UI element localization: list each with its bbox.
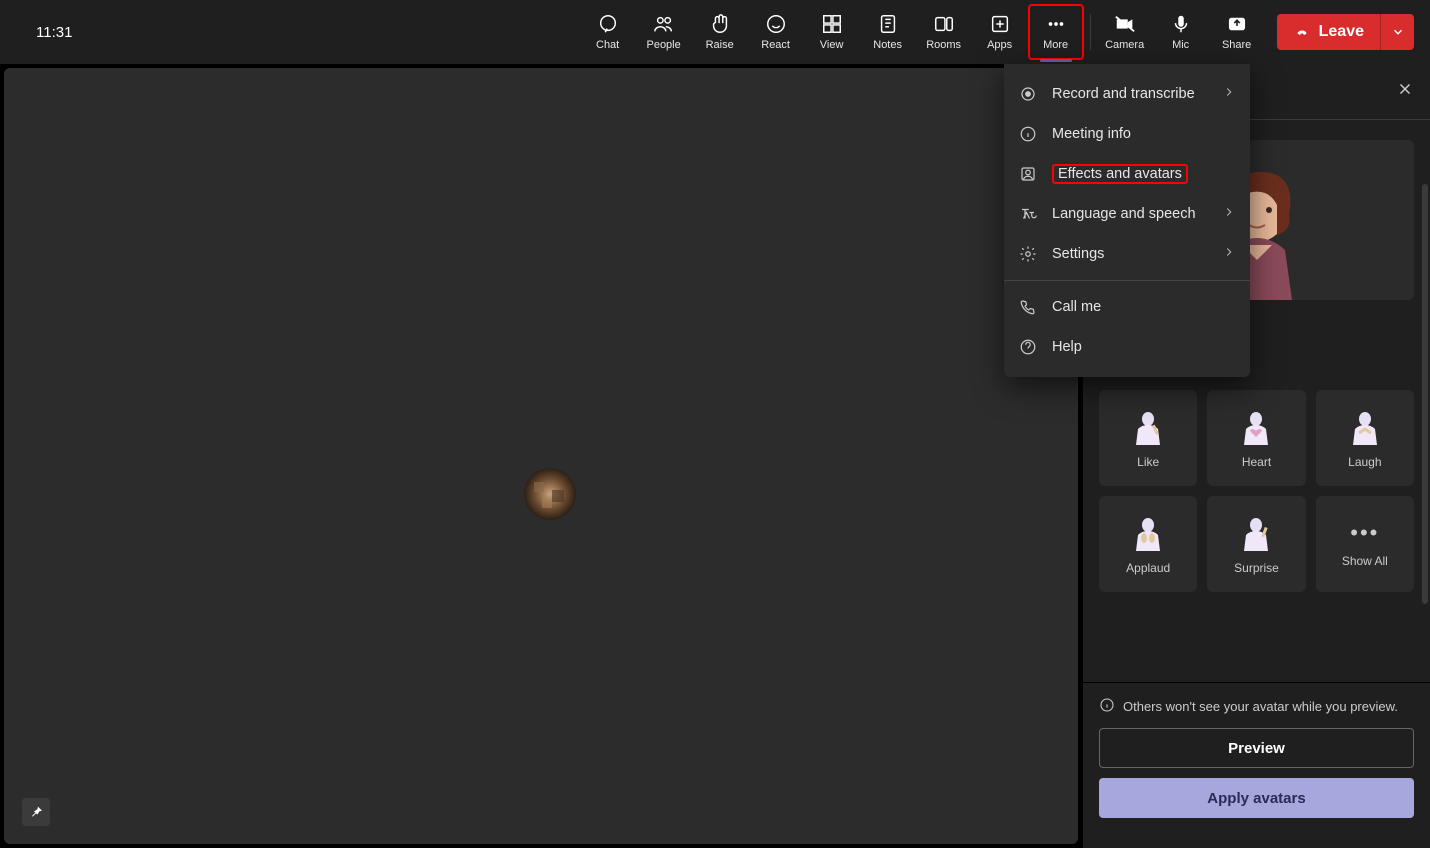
mic-button[interactable]: Mic — [1153, 4, 1209, 60]
pin-button[interactable] — [22, 798, 50, 826]
raise-hand-button[interactable]: Raise — [692, 4, 748, 60]
reaction-show-all[interactable]: ••• Show All — [1316, 496, 1414, 592]
reaction-surprise[interactable]: Surprise — [1207, 496, 1305, 592]
menu-language-speech[interactable]: Language and speech — [1004, 194, 1250, 234]
menu-separator — [1004, 280, 1250, 281]
preview-info-text: Others won't see your avatar while you p… — [1123, 699, 1398, 714]
participant-avatar[interactable] — [524, 468, 576, 520]
phone-icon — [1018, 298, 1038, 316]
chevron-right-icon — [1222, 245, 1236, 263]
menu-record-transcribe[interactable]: Record and transcribe — [1004, 74, 1250, 114]
more-button[interactable]: More — [1028, 4, 1084, 60]
close-panel-button[interactable] — [1396, 80, 1414, 103]
chevron-right-icon — [1222, 205, 1236, 223]
gear-icon — [1018, 245, 1038, 263]
menu-help[interactable]: Help — [1004, 327, 1250, 367]
more-menu: Record and transcribe Meeting info Effec… — [1004, 64, 1250, 377]
react-button[interactable]: React — [748, 4, 804, 60]
reaction-like[interactable]: Like — [1099, 390, 1197, 486]
people-button[interactable]: People — [636, 4, 692, 60]
meeting-time: 11:31 — [36, 24, 72, 41]
chat-button[interactable]: Chat — [580, 4, 636, 60]
leave-button[interactable]: Leave — [1277, 14, 1380, 50]
toolbar-divider — [1090, 14, 1091, 50]
menu-settings[interactable]: Settings — [1004, 234, 1250, 274]
chevron-right-icon — [1222, 85, 1236, 103]
share-button[interactable]: Share — [1209, 4, 1265, 60]
camera-button[interactable]: Camera — [1097, 4, 1153, 60]
apps-button[interactable]: Apps — [972, 4, 1028, 60]
language-icon — [1018, 205, 1038, 223]
view-button[interactable]: View — [804, 4, 860, 60]
meeting-toolbar: Chat People Raise React View Notes Rooms — [580, 4, 1265, 60]
leave-options-button[interactable] — [1380, 14, 1414, 50]
notes-button[interactable]: Notes — [860, 4, 916, 60]
menu-effects-avatars[interactable]: Effects and avatars — [1004, 154, 1250, 194]
apply-avatars-button[interactable]: Apply avatars — [1099, 778, 1414, 818]
reaction-heart[interactable]: Heart — [1207, 390, 1305, 486]
record-icon — [1018, 85, 1038, 103]
panel-scrollbar[interactable] — [1422, 184, 1428, 604]
meeting-stage — [4, 68, 1078, 844]
info-icon — [1018, 125, 1038, 143]
info-icon — [1099, 697, 1115, 716]
reaction-laugh[interactable]: Laugh — [1316, 390, 1414, 486]
ellipsis-icon: ••• — [1350, 520, 1379, 546]
menu-call-me[interactable]: Call me — [1004, 287, 1250, 327]
rooms-button[interactable]: Rooms — [916, 4, 972, 60]
help-icon — [1018, 338, 1038, 356]
reaction-applaud[interactable]: Applaud — [1099, 496, 1197, 592]
preview-button[interactable]: Preview — [1099, 728, 1414, 768]
menu-meeting-info[interactable]: Meeting info — [1004, 114, 1250, 154]
avatar-icon — [1018, 165, 1038, 183]
